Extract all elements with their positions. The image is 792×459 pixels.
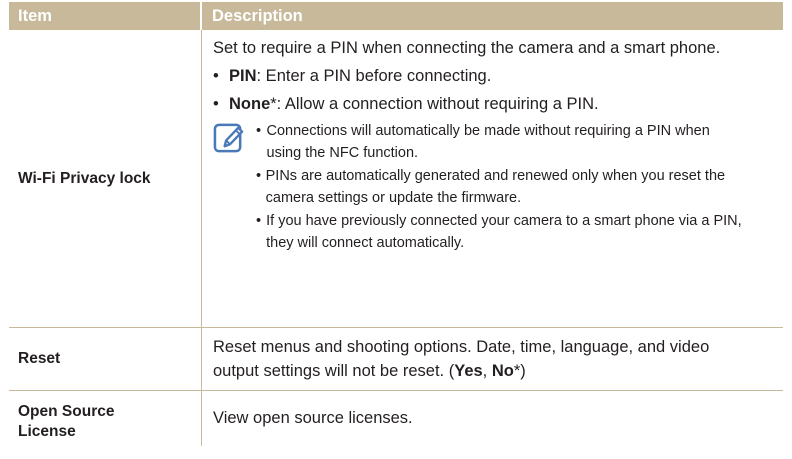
- table-row-reset: Reset Reset menus and shooting options. …: [9, 328, 783, 391]
- note-item: • Connections will automatically be made …: [256, 123, 710, 161]
- item-label: Open Source License: [9, 391, 202, 446]
- option-text: *: Allow a connection without requiring …: [270, 95, 599, 113]
- option-name: None: [229, 95, 271, 113]
- table-header: Item Description: [9, 2, 783, 30]
- option-name: PIN: [229, 67, 257, 85]
- settings-table: Item Description Wi-Fi Privacy lock Set …: [9, 2, 783, 446]
- option-text: : Enter a PIN before connecting.: [256, 67, 492, 85]
- description-intro: Set to require a PIN when connecting the…: [213, 39, 721, 57]
- option-yes: Yes: [454, 362, 483, 380]
- table-row-open-source-license: Open Source License View open source lic…: [9, 391, 783, 446]
- note-item: • PINs are automatically generated and re…: [256, 168, 726, 206]
- note-list: • Connections will automatically be made …: [256, 120, 761, 254]
- note-item: • If you have previously connected your c…: [256, 213, 742, 251]
- description: View open source licenses.: [213, 409, 413, 427]
- note-pencil-icon: [213, 123, 244, 153]
- header-item: Item: [9, 2, 202, 30]
- option-none: • None*: Allow a connection without requ…: [213, 95, 599, 113]
- table-row-wifi-privacy-lock: Wi-Fi Privacy lock Set to require a PIN …: [9, 30, 783, 328]
- option-no: No: [491, 362, 514, 380]
- option-pin: • PIN: Enter a PIN before connecting.: [213, 67, 492, 85]
- item-label: Wi-Fi Privacy lock: [9, 30, 202, 327]
- item-label: Reset: [9, 328, 202, 390]
- description: Set to require a PIN when connecting the…: [202, 30, 783, 327]
- description: Reset menus and shooting options. Date, …: [213, 338, 710, 380]
- header-description: Description: [212, 6, 303, 25]
- note-box: • Connections will automatically be made …: [213, 120, 783, 254]
